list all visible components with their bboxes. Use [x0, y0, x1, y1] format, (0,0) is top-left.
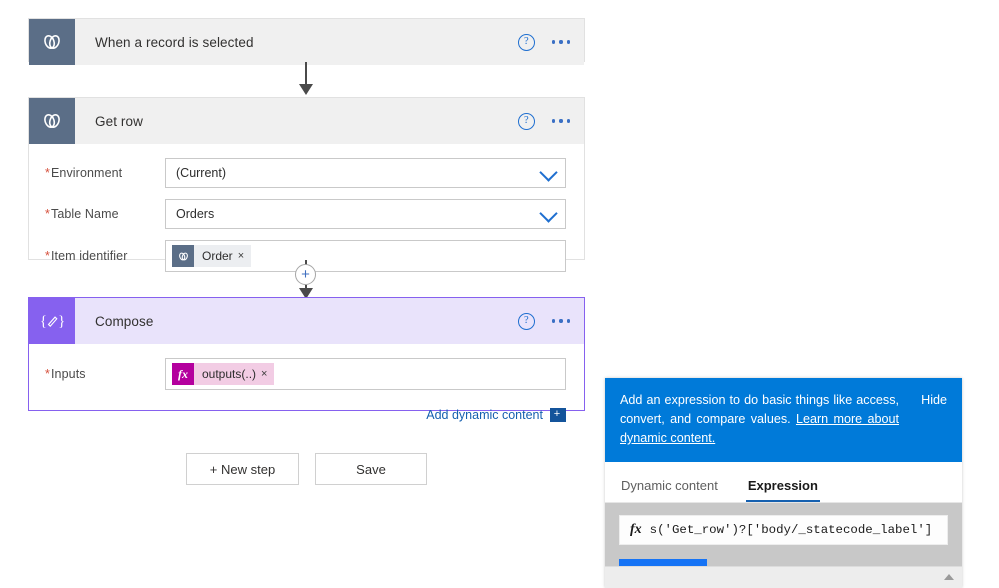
add-dynamic-content-row: Add dynamic content + [29, 401, 584, 422]
svg-text:{: { [40, 313, 47, 329]
required-asterisk: * [45, 249, 50, 263]
fx-icon: fx [172, 363, 194, 385]
tab-expression[interactable]: Expression [745, 478, 821, 503]
dataverse-connector-icon [29, 19, 75, 65]
item-identifier-input[interactable]: Order × [165, 240, 566, 272]
required-asterisk: * [45, 207, 50, 221]
flow-step-card-trigger[interactable]: When a record is selected ? [28, 18, 585, 65]
flow-designer-canvas: When a record is selected ? Get row ? *E… [0, 0, 999, 588]
more-options-icon[interactable] [551, 119, 570, 123]
inputs-field[interactable]: fx outputs(..) × [165, 358, 566, 390]
flow-step-card-compose[interactable]: { } Compose ? *Inputs fx outputs(..) × A… [28, 297, 585, 422]
help-icon[interactable]: ? [517, 33, 535, 51]
field-label-item-identifier: *Item identifier [45, 249, 128, 263]
panel-footer [605, 566, 962, 588]
fx-icon: fx [630, 522, 642, 538]
svg-text:}: } [58, 313, 65, 329]
dataverse-connector-icon [172, 245, 194, 267]
banner-text: Add an expression to do basic things lik… [620, 391, 947, 448]
table-name-dropdown[interactable]: Orders [165, 199, 566, 229]
expression-input[interactable]: fx s('Get_row')?['body/_statecode_label'… [619, 515, 948, 545]
required-asterisk: * [45, 166, 50, 180]
card-title-compose: Compose [95, 313, 154, 329]
dataverse-connector-icon [29, 98, 75, 144]
field-label-environment: *Environment [45, 166, 123, 180]
table-name-value: Orders [176, 207, 215, 221]
save-button[interactable]: Save [315, 453, 427, 485]
card-title-get-row: Get row [95, 113, 143, 129]
chevron-down-icon[interactable] [539, 163, 558, 182]
expression-token-chip[interactable]: fx outputs(..) × [172, 363, 275, 385]
more-options-icon[interactable] [551, 40, 570, 44]
card-header-compose[interactable]: { } Compose ? [29, 298, 584, 344]
expression-editor-panel[interactable]: Add an expression to do basic things lik… [605, 378, 962, 588]
required-asterisk: * [45, 367, 50, 381]
add-dynamic-content-link[interactable]: Add dynamic content [426, 408, 543, 422]
field-row-environment: *Environment (Current) [29, 158, 584, 188]
help-icon[interactable]: ? [517, 112, 535, 130]
remove-token-icon[interactable]: × [261, 368, 274, 380]
remove-token-icon[interactable]: × [238, 250, 251, 262]
card-header-trigger[interactable]: When a record is selected ? [29, 19, 584, 65]
dynamic-token-chip-order[interactable]: Order × [172, 245, 252, 267]
card-header-actions-get-row: ? [517, 98, 570, 144]
card-header-get-row[interactable]: Get row ? [29, 98, 584, 144]
more-options-icon[interactable] [551, 319, 570, 323]
connector-line-1 [305, 62, 307, 86]
card-header-actions-compose: ? [517, 298, 570, 344]
tab-dynamic-content[interactable]: Dynamic content [619, 478, 720, 502]
field-row-table-name: *Table Name Orders [29, 199, 584, 229]
chevron-down-icon[interactable] [539, 204, 558, 223]
fx-label: fx [178, 366, 188, 381]
compose-icon: { } [29, 298, 75, 344]
help-icon[interactable]: ? [517, 312, 535, 330]
new-step-button[interactable]: + New step [186, 453, 299, 485]
panel-tabs: Dynamic content Expression [605, 462, 962, 503]
environment-dropdown[interactable]: (Current) [165, 158, 566, 188]
scroll-up-icon[interactable] [944, 574, 954, 580]
card-body-compose: *Inputs fx outputs(..) × Add dynamic con… [29, 344, 584, 438]
token-label: Order [202, 249, 233, 263]
environment-value: (Current) [176, 166, 227, 180]
field-label-inputs: *Inputs [45, 367, 86, 381]
token-label: outputs(..) [202, 367, 257, 381]
card-header-actions-trigger: ? [517, 19, 570, 65]
flow-step-card-get-row[interactable]: Get row ? *Environment (Current) *Table … [28, 97, 585, 272]
add-dynamic-content-button[interactable]: + [550, 408, 566, 422]
expression-value: s('Get_row')?['body/_statecode_label'] [649, 523, 933, 537]
fx-label: fx [630, 522, 642, 537]
card-title-trigger: When a record is selected [95, 34, 254, 50]
field-label-table-name: *Table Name [45, 207, 119, 221]
connector-arrow-1 [299, 84, 313, 95]
hide-button[interactable]: Hide [921, 391, 947, 410]
insert-step-button[interactable]: + [295, 264, 316, 285]
panel-info-banner: Add an expression to do basic things lik… [605, 378, 962, 462]
field-row-inputs: *Inputs fx outputs(..) × [29, 358, 584, 390]
